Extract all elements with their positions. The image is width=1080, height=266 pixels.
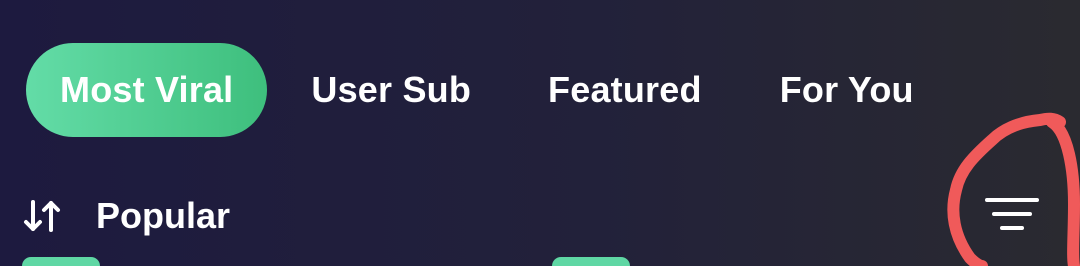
tab-most-viral[interactable]: Most Viral: [26, 43, 268, 137]
tab-label: User Sub: [311, 69, 472, 110]
tab-featured[interactable]: Featured: [548, 43, 702, 137]
tab-user-sub[interactable]: User Sub: [311, 43, 471, 137]
sort-arrows-icon: [22, 196, 62, 236]
category-tabs: Most Viral User Sub Featured For You: [26, 43, 914, 137]
tab-label: Most Viral: [60, 69, 234, 110]
content-card-peek: [552, 257, 630, 266]
filter-icon: [984, 194, 1040, 239]
sort-selector[interactable]: Popular: [22, 188, 230, 244]
tab-for-you[interactable]: For You: [780, 43, 914, 137]
tab-label: Featured: [548, 69, 702, 110]
tab-label: For You: [779, 69, 914, 110]
filter-button[interactable]: [982, 194, 1042, 238]
highlight-annotation: [947, 112, 1080, 266]
sort-label: Popular: [96, 195, 231, 236]
content-card-peek: [22, 257, 100, 266]
